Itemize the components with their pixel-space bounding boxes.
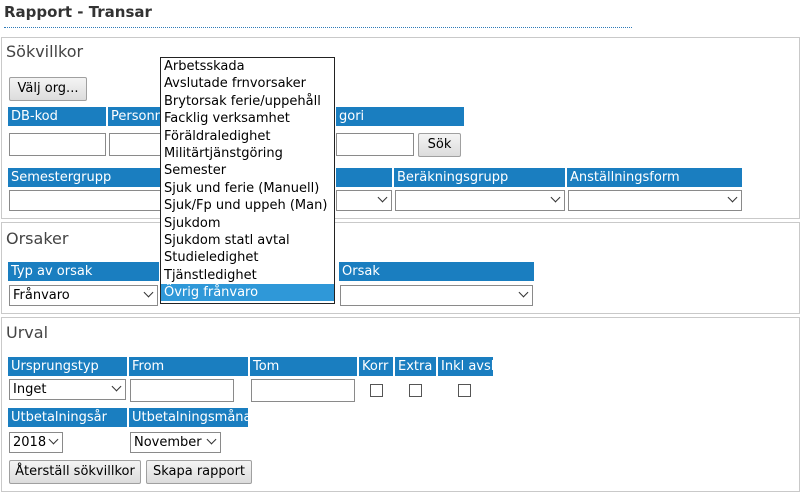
extra-header: Extra bbox=[395, 357, 436, 376]
chevron-down-icon bbox=[727, 192, 738, 203]
dbkod-header: DB-kod bbox=[8, 107, 106, 126]
chevron-down-icon bbox=[111, 381, 122, 392]
reset-search-button[interactable]: Återställ sökvillkor bbox=[9, 460, 141, 484]
orsak-dropdown-list[interactable]: Arbetsskada Avslutade frnvorsaker Brytorsa… bbox=[160, 57, 335, 304]
blank-header bbox=[336, 168, 392, 187]
dropdown-option[interactable]: Militärtjänstgöring bbox=[161, 145, 334, 162]
ursprungstyp-select[interactable]: Inget bbox=[9, 379, 126, 400]
orsak-select[interactable] bbox=[340, 285, 533, 306]
utbetalningsar-select[interactable]: 2018 bbox=[9, 432, 63, 453]
urval-section: Urval Ursprungstyp From Tom Korr Extra I… bbox=[1, 317, 800, 492]
korr-header: Korr bbox=[359, 357, 393, 376]
dropdown-option[interactable]: Tjänstledighet bbox=[161, 267, 334, 284]
orsaker-section: Orsaker Typ av orsak Frånvaro Orsak bbox=[1, 222, 800, 314]
dropdown-option[interactable]: Sjuk/Fp und uppeh (Man) bbox=[161, 197, 334, 214]
dropdown-option[interactable]: Arbetsskada bbox=[161, 58, 334, 75]
ursprungstyp-header: Ursprungstyp bbox=[8, 357, 127, 376]
dropdown-option[interactable]: Brytorsak ferie/uppehåll bbox=[161, 93, 334, 110]
utbetalningsar-value: 2018 bbox=[13, 435, 47, 450]
dropdown-option[interactable]: Sjukdom bbox=[161, 215, 334, 232]
inkl-avsl-checkbox[interactable] bbox=[458, 384, 471, 397]
sokvillkor-legend: Sökvillkor bbox=[6, 42, 84, 61]
personnr-header: Personnr bbox=[108, 107, 168, 126]
grupp-select[interactable] bbox=[336, 190, 392, 211]
chevron-down-icon bbox=[377, 192, 388, 203]
utbetalningsmanad-header: Utbetalningsmånad bbox=[129, 408, 248, 427]
extra-checkbox[interactable] bbox=[409, 384, 422, 397]
typ-av-orsak-header: Typ av orsak bbox=[8, 262, 159, 281]
dropdown-option[interactable]: Föräldraledighet bbox=[161, 128, 334, 145]
anstallningsform-select[interactable] bbox=[568, 190, 742, 211]
tom-header: Tom bbox=[250, 357, 357, 376]
dropdown-option[interactable]: Sjuk und ferie (Manuell) bbox=[161, 180, 334, 197]
inkl-avsl-header: Inkl avsl bbox=[438, 357, 493, 376]
create-report-button[interactable]: Skapa rapport bbox=[146, 460, 252, 484]
valj-org-button[interactable]: Välj org... bbox=[9, 77, 87, 101]
kategori-input[interactable] bbox=[336, 133, 414, 156]
utbetalningsar-header: Utbetalningsår bbox=[8, 408, 127, 427]
semestergrupp-header: Semestergrupp bbox=[8, 168, 168, 187]
dropdown-option[interactable]: Semester bbox=[161, 162, 334, 179]
ursprungstyp-value: Inget bbox=[13, 382, 47, 397]
orsaker-legend: Orsaker bbox=[6, 229, 69, 248]
from-header: From bbox=[129, 357, 248, 376]
orsak-header: Orsak bbox=[339, 262, 534, 281]
dropdown-option[interactable]: Studieledighet bbox=[161, 249, 334, 266]
utbetalningsmanad-value: November bbox=[134, 435, 202, 450]
dropdown-option[interactable]: Övrig frånvaro bbox=[161, 284, 334, 302]
utbetalningsmanad-select[interactable]: November bbox=[130, 432, 221, 453]
semestergrupp-select[interactable] bbox=[9, 190, 169, 211]
berakningsgrupp-header: Beräkningsgrupp bbox=[394, 168, 565, 187]
chevron-down-icon bbox=[48, 434, 59, 445]
dbkod-input[interactable] bbox=[9, 133, 106, 156]
tom-input[interactable] bbox=[251, 379, 355, 402]
kategori-header: gori bbox=[336, 107, 464, 126]
sok-button[interactable]: Sök bbox=[418, 133, 461, 157]
berakningsgrupp-select[interactable] bbox=[395, 190, 565, 211]
chevron-down-icon bbox=[518, 287, 529, 298]
urval-legend: Urval bbox=[6, 323, 49, 342]
title-divider bbox=[4, 27, 632, 28]
dropdown-option[interactable]: Facklig verksamhet bbox=[161, 110, 334, 127]
korr-checkbox[interactable] bbox=[370, 384, 383, 397]
chevron-down-icon bbox=[143, 287, 154, 298]
typ-av-orsak-value: Frånvaro bbox=[13, 288, 70, 303]
from-input[interactable] bbox=[130, 379, 234, 402]
dropdown-option[interactable]: Avslutade frnvorsaker bbox=[161, 75, 334, 92]
anstallningsform-header: Anställningsform bbox=[567, 168, 742, 187]
sokvillkor-section: Sökvillkor Välj org... DB-kod Personnr g… bbox=[1, 37, 800, 219]
typ-av-orsak-select[interactable]: Frånvaro bbox=[9, 285, 158, 306]
chevron-down-icon bbox=[206, 434, 217, 445]
chevron-down-icon bbox=[550, 192, 561, 203]
dropdown-option[interactable]: Sjukdom statl avtal bbox=[161, 232, 334, 249]
page-title: Rapport - Transar bbox=[4, 3, 152, 21]
